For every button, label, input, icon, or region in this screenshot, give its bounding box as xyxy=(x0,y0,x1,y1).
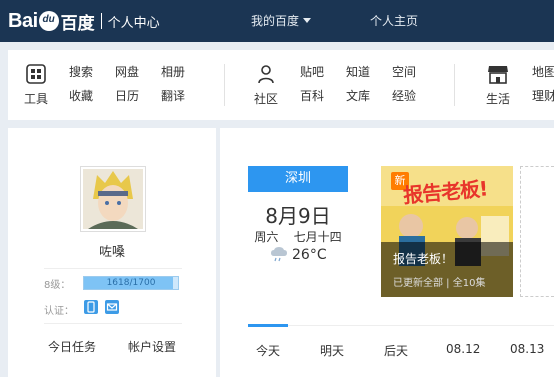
phone-icon[interactable] xyxy=(84,300,98,314)
nav-divider xyxy=(224,64,225,106)
city-badge[interactable]: 深圳 xyxy=(248,166,348,192)
nav-link-space[interactable]: 空间 xyxy=(392,64,438,80)
tab-0813[interactable]: 08.13 xyxy=(510,342,544,356)
divider xyxy=(44,268,182,269)
store-icon xyxy=(488,66,508,84)
weather: 26°C xyxy=(270,246,327,263)
life-button[interactable]: 生活 xyxy=(478,64,518,107)
calendar-panel: 深圳 8月9日 周六 七月十四 26°C 新 报告老板! 报告老板！ 已更新全部… xyxy=(220,128,554,377)
level-label: 8级： xyxy=(44,280,71,291)
tab-day-after[interactable]: 后天 xyxy=(384,342,408,359)
nav-link-zhidao[interactable]: 知道 xyxy=(346,64,392,80)
community-links: 贴吧 知道 空间 百科 文库 经验 xyxy=(300,64,438,104)
weekday-lunar: 周六 七月十四 xyxy=(254,230,342,244)
tab-today[interactable]: 今天 xyxy=(256,342,280,359)
mail-icon[interactable] xyxy=(105,300,119,314)
nav-link-map[interactable]: 地图 xyxy=(532,64,554,80)
promo-meta: 已更新全部 | 全10集 xyxy=(393,278,486,289)
tab-tomorrow[interactable]: 明天 xyxy=(320,342,344,359)
nav-link-baike[interactable]: 百科 xyxy=(300,88,346,104)
date-display: 8月9日 xyxy=(265,204,331,228)
tab-0812[interactable]: 08.12 xyxy=(446,342,480,356)
life-links: 地图 理财 xyxy=(532,64,554,104)
nav-link-album[interactable]: 相册 xyxy=(161,64,207,80)
nav-link-translate[interactable]: 翻译 xyxy=(161,88,207,104)
logo-text: Bai xyxy=(8,9,38,32)
nav-link-finance[interactable]: 理财 xyxy=(532,88,554,104)
temperature: 26°C xyxy=(292,247,327,263)
community-button[interactable]: 社区 xyxy=(246,64,286,107)
nav-link-jingyan[interactable]: 经验 xyxy=(392,88,438,104)
divider xyxy=(44,323,182,324)
verify-label: 认证： xyxy=(44,306,74,317)
promo-card[interactable]: 新 报告老板! 报告老板！ 已更新全部 | 全10集 xyxy=(381,166,513,297)
avatar[interactable] xyxy=(80,166,146,232)
nav-link-search[interactable]: 搜索 xyxy=(69,64,115,80)
level-progress-bar: 1618/1700 xyxy=(83,276,179,290)
personal-home-link[interactable]: 个人主页 xyxy=(370,12,418,29)
profile-panel: 咗嗓 8级： 1618/1700 认证： 今日任务 帐户设置 xyxy=(8,128,216,377)
logo-divider xyxy=(100,13,102,29)
promo-title[interactable]: 报告老板！ xyxy=(393,250,453,267)
page-title: 个人中心 xyxy=(107,15,160,31)
daily-tasks-link[interactable]: 今日任务 xyxy=(48,338,96,355)
cloud-rain-icon xyxy=(271,247,287,262)
paw-logo-icon: du xyxy=(38,11,59,31)
nav-link-favorites[interactable]: 收藏 xyxy=(69,88,115,104)
active-tab-indicator xyxy=(248,324,288,327)
nav-link-wenku[interactable]: 文库 xyxy=(346,88,392,104)
level-progress-text: 1618/1700 xyxy=(106,278,156,288)
people-icon xyxy=(258,65,274,84)
nav-link-pan[interactable]: 网盘 xyxy=(115,64,161,80)
tabs-divider xyxy=(248,325,554,326)
nav-divider xyxy=(454,64,455,106)
account-settings-link[interactable]: 帐户设置 xyxy=(128,338,176,355)
logo-cn-text: 百度 xyxy=(60,13,95,34)
nav-link-calendar[interactable]: 日历 xyxy=(115,88,161,104)
username[interactable]: 咗嗓 xyxy=(8,241,216,260)
top-bar: Bai du 百度 个人中心 我的百度 个人主页 xyxy=(0,0,554,42)
tools-button[interactable]: 工具 xyxy=(16,64,56,107)
service-nav: 工具 搜索 网盘 相册 收藏 日历 翻译 社区 贴吧 知道 空间 百科 文库 经… xyxy=(8,50,554,120)
nav-link-tieba[interactable]: 贴吧 xyxy=(300,64,346,80)
apps-grid-icon xyxy=(26,64,46,84)
chevron-down-icon xyxy=(303,18,312,23)
tools-links: 搜索 网盘 相册 收藏 日历 翻译 xyxy=(69,64,207,104)
next-card-placeholder xyxy=(520,166,554,297)
avatar-image xyxy=(83,169,143,229)
baidu-logo[interactable]: Bai du 百度 个人中心 xyxy=(8,8,160,34)
my-baidu-menu[interactable]: 我的百度 xyxy=(251,12,312,29)
